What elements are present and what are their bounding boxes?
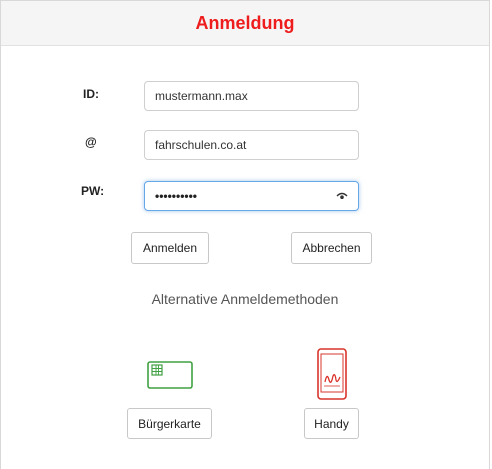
handy-button[interactable]: Handy: [304, 408, 359, 439]
domain-input[interactable]: fahrschulen.co.at: [144, 130, 359, 160]
cancel-button-label: Abbrechen: [302, 241, 361, 255]
buergerkarte-button-label: Bürgerkarte: [138, 416, 201, 431]
buergerkarte-button[interactable]: Bürgerkarte: [127, 408, 212, 439]
id-input[interactable]: mustermann.max: [144, 81, 359, 111]
password-input-value: ••••••••••: [155, 189, 198, 203]
handy-button-label: Handy: [314, 416, 349, 431]
panel-header: Anmeldung: [1, 1, 489, 46]
mobile-signature-icon[interactable]: [317, 348, 347, 400]
password-label: PW:: [81, 184, 105, 198]
cancel-button[interactable]: Abbrechen: [291, 232, 372, 264]
alternative-methods-heading: Alternative Anmeldemethoden: [151, 291, 339, 307]
login-button-label: Anmelden: [142, 241, 198, 255]
page-title: Anmeldung: [195, 12, 295, 33]
eye-icon[interactable]: [336, 191, 348, 201]
id-label: ID:: [83, 87, 99, 101]
login-button[interactable]: Anmelden: [131, 232, 209, 264]
domain-input-value: fahrschulen.co.at: [155, 138, 247, 152]
login-panel: Anmeldung ID: mustermann.max @ fahrschul…: [0, 0, 490, 469]
id-input-value: mustermann.max: [155, 89, 248, 103]
password-input[interactable]: ••••••••••: [144, 181, 359, 211]
domain-label: @: [85, 135, 97, 149]
smartcard-icon[interactable]: [147, 361, 193, 389]
